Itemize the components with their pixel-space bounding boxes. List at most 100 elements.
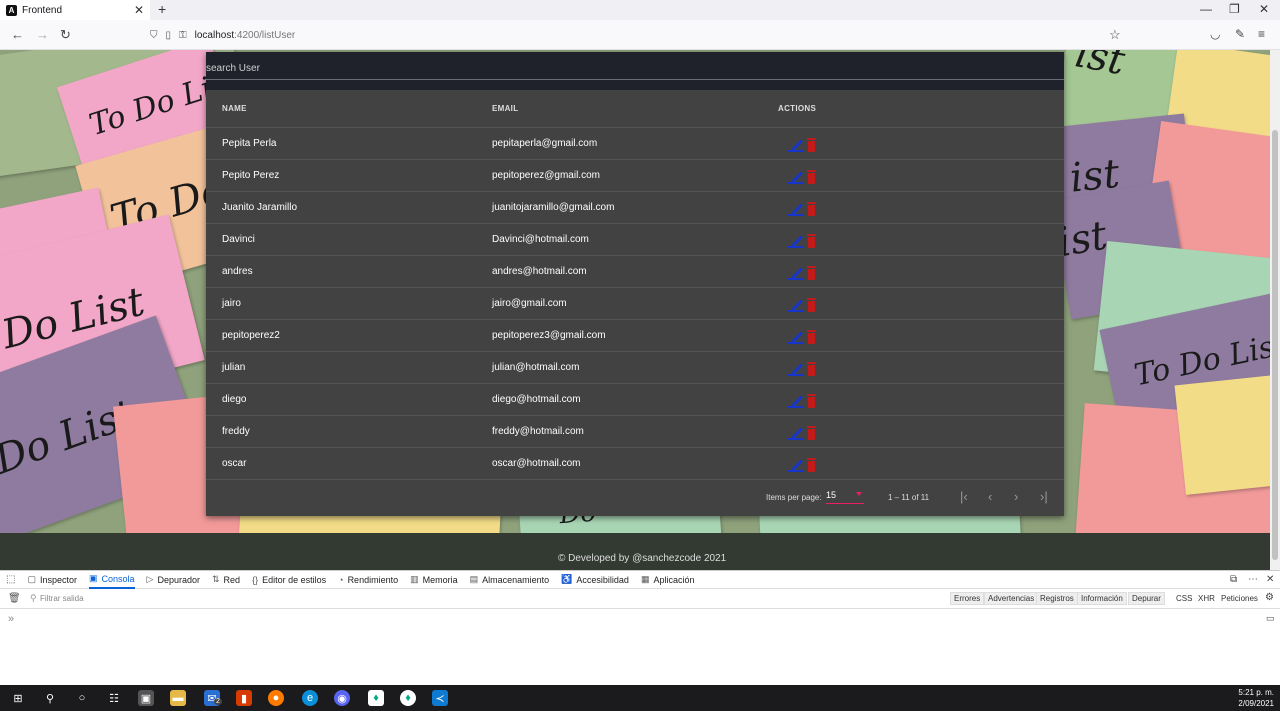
tab-consola[interactable]: ▣ Consola	[89, 571, 135, 589]
tab-depurador[interactable]: ▷ Depurador	[147, 574, 200, 585]
extension-icon[interactable]: ✎	[1235, 27, 1245, 41]
filter-info-button[interactable]: Información	[1077, 592, 1127, 605]
delete-trash-icon[interactable]	[807, 329, 816, 344]
tab-inspector[interactable]: ▢ Inspector	[27, 574, 77, 585]
edit-pencil-icon[interactable]	[788, 234, 804, 248]
tab-editor-de-estilos[interactable]: {} Editor de estilos	[252, 575, 326, 585]
table-row: andres andres@hotmail.com	[206, 256, 1064, 288]
filter-errors-button[interactable]: Errores	[950, 592, 985, 605]
edit-pencil-icon[interactable]	[788, 362, 804, 376]
delete-trash-icon[interactable]	[807, 265, 816, 280]
system-clock[interactable]: 5:21 p. m. 2/09/2021	[1238, 687, 1274, 709]
tab-almacenamiento[interactable]: ▤ Almacenamiento	[470, 574, 550, 585]
delete-trash-icon[interactable]	[807, 297, 816, 312]
edit-pencil-icon[interactable]	[788, 426, 804, 440]
split-console-icon[interactable]: ▭	[1266, 613, 1275, 624]
discord-icon[interactable]: ◉	[334, 690, 350, 706]
filter-requests-button[interactable]: Peticiones	[1221, 594, 1258, 603]
reload-icon[interactable]: ↻	[60, 27, 71, 43]
more-options-icon[interactable]: ⋯	[1248, 574, 1258, 585]
header-email[interactable]: EMAIL	[492, 104, 518, 113]
url-bar[interactable]: ⛉ ▯ ⚿ localhost :4200/listUser	[150, 24, 1130, 46]
new-tab-icon[interactable]: +	[158, 1, 166, 17]
cortana-icon[interactable]: ○	[74, 690, 90, 706]
filter-warnings-button[interactable]: Advertencias	[984, 592, 1039, 605]
delete-trash-icon[interactable]	[807, 457, 816, 472]
edit-pencil-icon[interactable]	[788, 202, 804, 216]
edit-pencil-icon[interactable]	[788, 394, 804, 408]
row-actions	[788, 169, 816, 184]
edit-pencil-icon[interactable]	[788, 458, 804, 472]
delete-trash-icon[interactable]	[807, 425, 816, 440]
delete-trash-icon[interactable]	[807, 201, 816, 216]
delete-trash-icon[interactable]	[807, 361, 816, 376]
tab-aplicacion[interactable]: ▦ Aplicación	[641, 574, 695, 585]
vscode-icon[interactable]: ≺	[432, 690, 448, 706]
filter-output-input[interactable]: Filtrar salida	[40, 594, 84, 603]
tab-memoria[interactable]: ▥ Memoria	[410, 574, 458, 585]
user-name-cell: Pepito Perez	[222, 170, 280, 181]
mongodb-compass-icon[interactable]: ♦	[368, 690, 384, 706]
table-row: diego diego@hotmail.com	[206, 384, 1064, 416]
next-page-icon[interactable]: ›	[1014, 489, 1018, 504]
pocket-icon[interactable]: ◡	[1210, 27, 1220, 41]
windows-start-icon[interactable]: ⊞	[10, 690, 26, 706]
edit-pencil-icon[interactable]	[788, 170, 804, 184]
restore-icon[interactable]: ❐	[1229, 2, 1240, 16]
debugger-icon: ▷	[146, 574, 154, 584]
page-size-select[interactable]: 15	[826, 490, 864, 504]
close-window-icon[interactable]: ✕	[1259, 2, 1269, 16]
office-icon[interactable]: ▮	[236, 690, 252, 706]
edit-pencil-icon[interactable]	[788, 330, 804, 344]
edit-pencil-icon[interactable]	[788, 266, 804, 280]
store-icon[interactable]: ▣	[138, 690, 154, 706]
delete-trash-icon[interactable]	[807, 233, 816, 248]
tab-title: Frontend	[22, 4, 63, 16]
filter-logs-button[interactable]: Registros	[1036, 592, 1078, 605]
filter-xhr-button[interactable]: XHR	[1198, 594, 1215, 603]
tab-accesibilidad[interactable]: ♿ Accesibilidad	[561, 574, 629, 585]
close-devtools-icon[interactable]: ✕	[1266, 574, 1274, 585]
user-email-cell: diego@hotmail.com	[492, 394, 581, 405]
close-tab-icon[interactable]: ✕	[134, 3, 144, 17]
last-page-icon[interactable]: ›|	[1040, 489, 1048, 504]
page-icon[interactable]: ▯	[166, 30, 172, 41]
application-icon: ▦	[640, 574, 650, 584]
forward-icon[interactable]: →	[36, 27, 49, 42]
file-explorer-icon[interactable]: ▬	[170, 690, 186, 706]
dock-icon[interactable]: ⧉	[1230, 574, 1237, 585]
menu-icon[interactable]: ≡	[1258, 27, 1265, 41]
back-icon[interactable]: ←	[11, 27, 24, 42]
delete-trash-icon[interactable]	[807, 169, 816, 184]
page-scrollbar[interactable]	[1270, 50, 1280, 570]
page-size-value: 15	[826, 490, 837, 500]
edge-icon[interactable]: e	[302, 690, 318, 706]
browser-tab[interactable]: A Frontend ✕	[0, 0, 150, 20]
settings-gear-icon[interactable]: ⚙	[1265, 592, 1274, 603]
edit-pencil-icon[interactable]	[788, 298, 804, 312]
header-name[interactable]: NAME	[222, 104, 247, 113]
tab-red[interactable]: ⇅ Red	[212, 574, 240, 585]
task-view-icon[interactable]: ☷	[106, 690, 122, 706]
scrollbar-thumb[interactable]	[1272, 130, 1278, 560]
first-page-icon[interactable]: |‹	[960, 489, 968, 504]
filter-debug-button[interactable]: Depurar	[1128, 592, 1165, 605]
table-row: Pepito Perez pepitoperez@gmail.com	[206, 160, 1064, 192]
trash-icon[interactable]: 🗑	[8, 593, 21, 604]
filter-css-button[interactable]: CSS	[1176, 594, 1192, 603]
note	[1174, 375, 1270, 495]
console-prompt-icon[interactable]: »	[8, 613, 14, 625]
delete-trash-icon[interactable]	[807, 393, 816, 408]
search-user-input[interactable]	[206, 58, 1064, 80]
firefox-icon[interactable]: ●	[268, 690, 284, 706]
pick-element-icon[interactable]: ⬚	[6, 574, 15, 585]
edit-pencil-icon[interactable]	[788, 138, 804, 152]
mongodb-icon[interactable]: ♦	[400, 690, 416, 706]
previous-page-icon[interactable]: ‹	[988, 489, 992, 504]
tab-rendimiento[interactable]: ◔ Rendimiento	[338, 575, 398, 585]
delete-trash-icon[interactable]	[807, 137, 816, 152]
bookmark-star-icon[interactable]: ☆	[1109, 27, 1121, 43]
minimize-icon[interactable]: —	[1200, 2, 1212, 16]
shield-icon[interactable]: ⛉	[150, 30, 158, 41]
search-icon[interactable]: ⚲	[42, 690, 58, 706]
